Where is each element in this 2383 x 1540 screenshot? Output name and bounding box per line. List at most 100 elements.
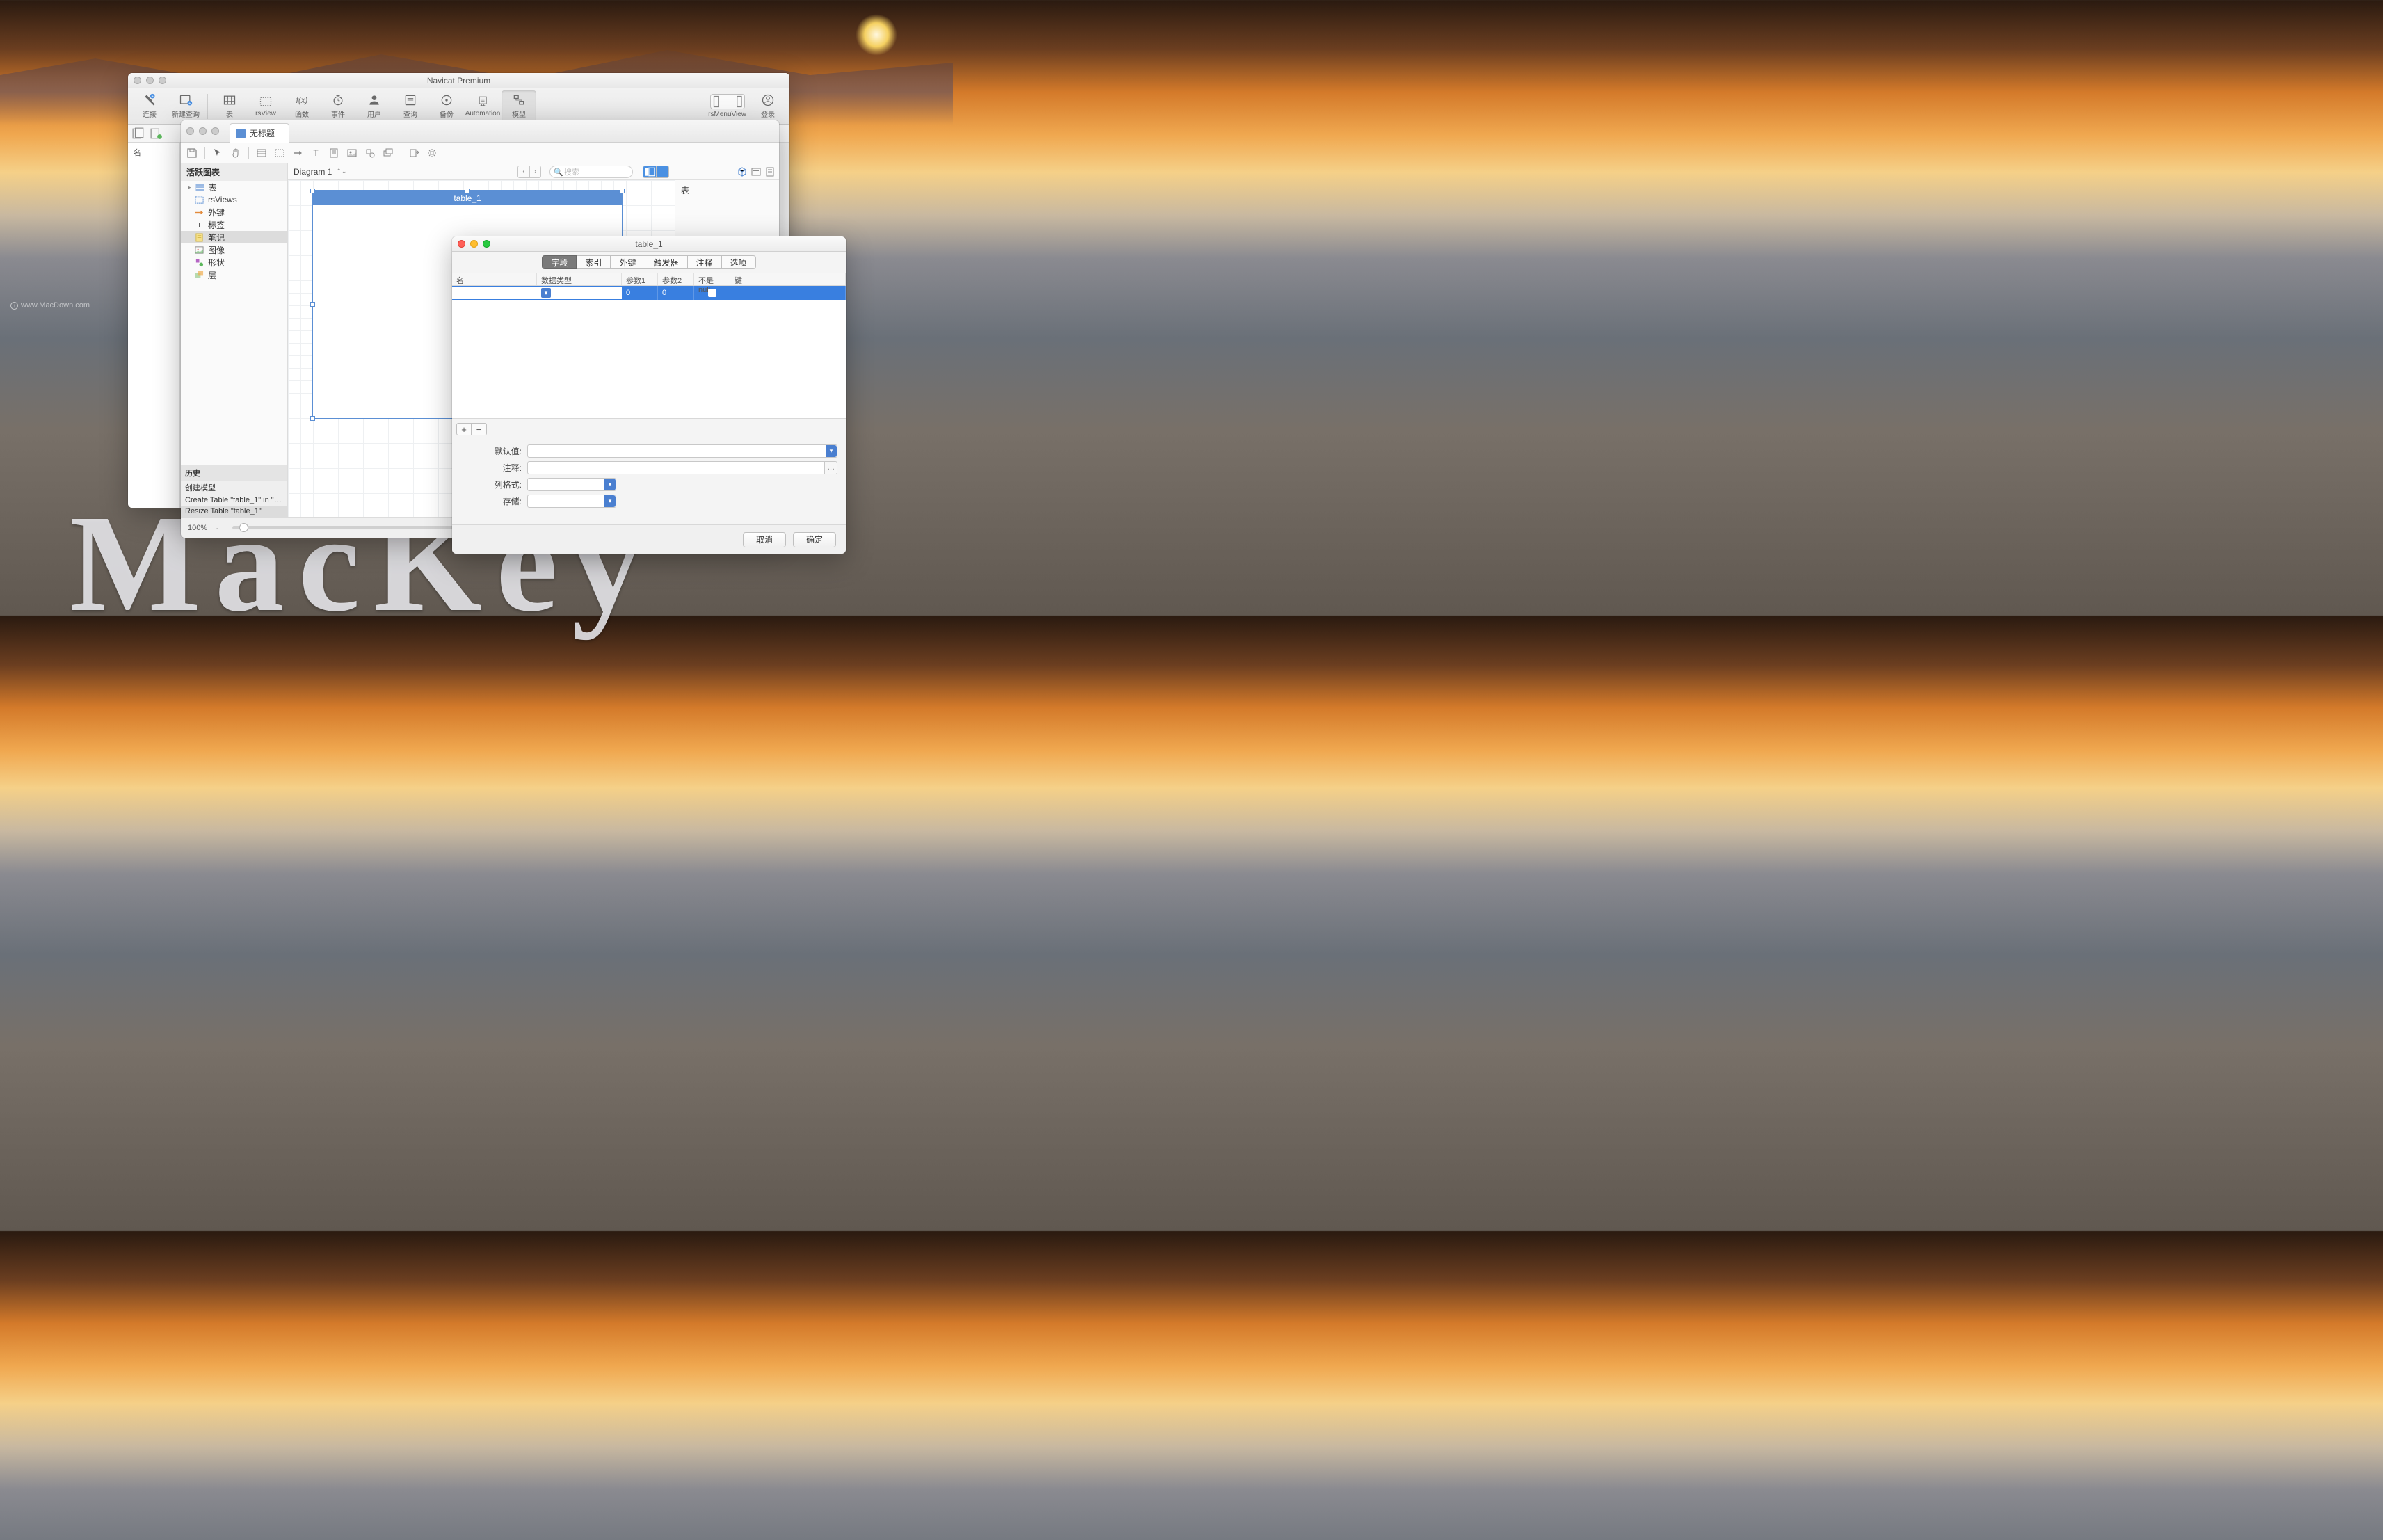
col-header-key[interactable]: 键 — [730, 273, 846, 285]
rsmenu-segment[interactable] — [710, 94, 745, 109]
cube-icon[interactable] — [737, 167, 747, 177]
main-titlebar: Navicat Premium — [128, 73, 789, 88]
new-model-icon[interactable] — [132, 127, 145, 140]
save-icon[interactable] — [186, 147, 198, 159]
login-btn[interactable]: 登录 — [751, 90, 785, 122]
tree-label[interactable]: T标签 — [181, 218, 287, 231]
function-btn[interactable]: f(x)函数 — [284, 90, 319, 122]
tree-shape[interactable]: 形状 — [181, 256, 287, 268]
automation-btn[interactable]: Automation — [465, 90, 500, 122]
query-btn[interactable]: 查询 — [393, 90, 428, 122]
close-icon[interactable] — [134, 77, 141, 84]
backup-btn[interactable]: 备份 — [429, 90, 464, 122]
cancel-button[interactable]: 取消 — [743, 532, 786, 547]
tab-comment[interactable]: 注释 — [688, 255, 722, 269]
close-icon[interactable] — [186, 127, 194, 135]
entity-title: table_1 — [313, 191, 622, 205]
settings-icon[interactable] — [426, 147, 438, 159]
col-header-name[interactable]: 名 — [452, 273, 537, 285]
model-btn[interactable]: 模型 — [502, 90, 536, 122]
resize-handle[interactable] — [310, 302, 315, 307]
col-header-p1[interactable]: 参数1 — [622, 273, 658, 285]
image-icon[interactable] — [346, 147, 358, 159]
new-view-icon[interactable] — [274, 147, 285, 159]
resize-handle[interactable] — [310, 416, 315, 421]
maximize-icon[interactable] — [483, 240, 490, 248]
tree-layer[interactable]: 层 — [181, 268, 287, 281]
svg-text:f(x): f(x) — [296, 96, 308, 105]
export-icon[interactable] — [408, 147, 419, 159]
panel-toggle[interactable] — [643, 166, 669, 178]
chevron-down-icon: ▾ — [826, 445, 837, 457]
field-p1-cell[interactable]: 0 — [622, 286, 658, 300]
label-icon[interactable]: T — [310, 147, 321, 159]
main-window-title: Navicat Premium — [128, 76, 789, 86]
field-key-cell[interactable] — [730, 286, 846, 300]
tree-note[interactable]: 笔记 — [181, 231, 287, 243]
close-icon[interactable] — [458, 240, 465, 248]
view-btn[interactable]: rsView — [248, 90, 283, 122]
history-item[interactable]: 创建模型 — [181, 481, 287, 495]
comment-input[interactable]: … — [527, 461, 837, 474]
tab-indexes[interactable]: 索引 — [577, 255, 611, 269]
field-nn-checkbox[interactable] — [694, 286, 730, 300]
col-header-type[interactable]: 数据类型 — [537, 273, 622, 285]
model-titlebar: 无标题 — [181, 120, 779, 143]
minimize-icon[interactable] — [146, 77, 154, 84]
tree-tables[interactable]: ▸表 — [181, 181, 287, 193]
ok-button[interactable]: 确定 — [793, 532, 836, 547]
field-name-input[interactable] — [452, 287, 537, 299]
resize-handle[interactable] — [465, 189, 470, 193]
table-btn[interactable]: 表 — [212, 90, 247, 122]
storage-combo[interactable]: ▾ — [527, 495, 616, 508]
tree-fk[interactable]: 外键 — [181, 206, 287, 218]
zoom-dropdown-icon[interactable]: ⌄ — [214, 524, 220, 531]
col-format-combo[interactable]: ▾ — [527, 478, 616, 491]
label-comment: 注释: — [460, 462, 527, 474]
field-type-select[interactable]: ▾ — [537, 287, 622, 299]
table-editor-window: table_1 字段 索引 外键 触发器 注释 选项 名 数据类型 参数1 参数… — [452, 236, 846, 554]
diagram-name[interactable]: Diagram 1 — [294, 167, 332, 177]
remove-field-button[interactable]: − — [472, 423, 487, 435]
diagram-dropdown-icon[interactable]: ⌃⌄ — [336, 168, 346, 175]
new-query-btn[interactable]: +新建查询 — [168, 90, 203, 122]
fk-icon[interactable] — [292, 147, 303, 159]
preview-icon[interactable] — [751, 167, 761, 177]
tree-views[interactable]: rsViews — [181, 193, 287, 206]
tree-image[interactable]: 图像 — [181, 243, 287, 256]
nav-arrows[interactable]: ‹› — [517, 166, 541, 178]
pointer-icon[interactable] — [212, 147, 223, 159]
new-model-db-icon[interactable] — [150, 127, 163, 140]
resize-handle[interactable] — [620, 189, 625, 193]
minimize-icon[interactable] — [470, 240, 478, 248]
tab-options[interactable]: 选项 — [722, 255, 756, 269]
field-row[interactable]: ▾ 0 0 — [452, 286, 846, 300]
note-icon[interactable] — [328, 147, 339, 159]
tab-fields[interactable]: 字段 — [542, 255, 577, 269]
hand-icon[interactable] — [230, 147, 241, 159]
shape-icon[interactable] — [364, 147, 376, 159]
layer-icon[interactable] — [383, 147, 394, 159]
add-field-button[interactable]: + — [456, 423, 472, 435]
minimize-icon[interactable] — [199, 127, 207, 135]
user-btn[interactable]: 用户 — [357, 90, 392, 122]
event-btn[interactable]: 事件 — [321, 90, 355, 122]
history-item[interactable]: Resize Table "table_1" — [181, 506, 287, 517]
field-p2-cell[interactable]: 0 — [658, 286, 694, 300]
default-value-combo[interactable]: ▾ — [527, 444, 837, 458]
tab-untitled[interactable]: 无标题 — [230, 123, 289, 143]
resize-handle[interactable] — [310, 189, 315, 193]
col-header-nn[interactable]: 不是 null — [694, 273, 730, 285]
history-item[interactable]: Create Table "table_1" in "Diagra... — [181, 495, 287, 506]
model-icon — [236, 129, 246, 138]
connection-btn[interactable]: +连接 — [132, 90, 167, 122]
tab-fk[interactable]: 外键 — [611, 255, 645, 269]
maximize-icon[interactable] — [159, 77, 166, 84]
tab-triggers[interactable]: 触发器 — [645, 255, 688, 269]
col-header-p2[interactable]: 参数2 — [658, 273, 694, 285]
ellipsis-button[interactable]: … — [824, 462, 837, 474]
maximize-icon[interactable] — [211, 127, 219, 135]
search-input[interactable]: 🔍搜索 — [549, 166, 633, 178]
new-table-icon[interactable] — [256, 147, 267, 159]
sql-icon[interactable] — [765, 167, 775, 177]
